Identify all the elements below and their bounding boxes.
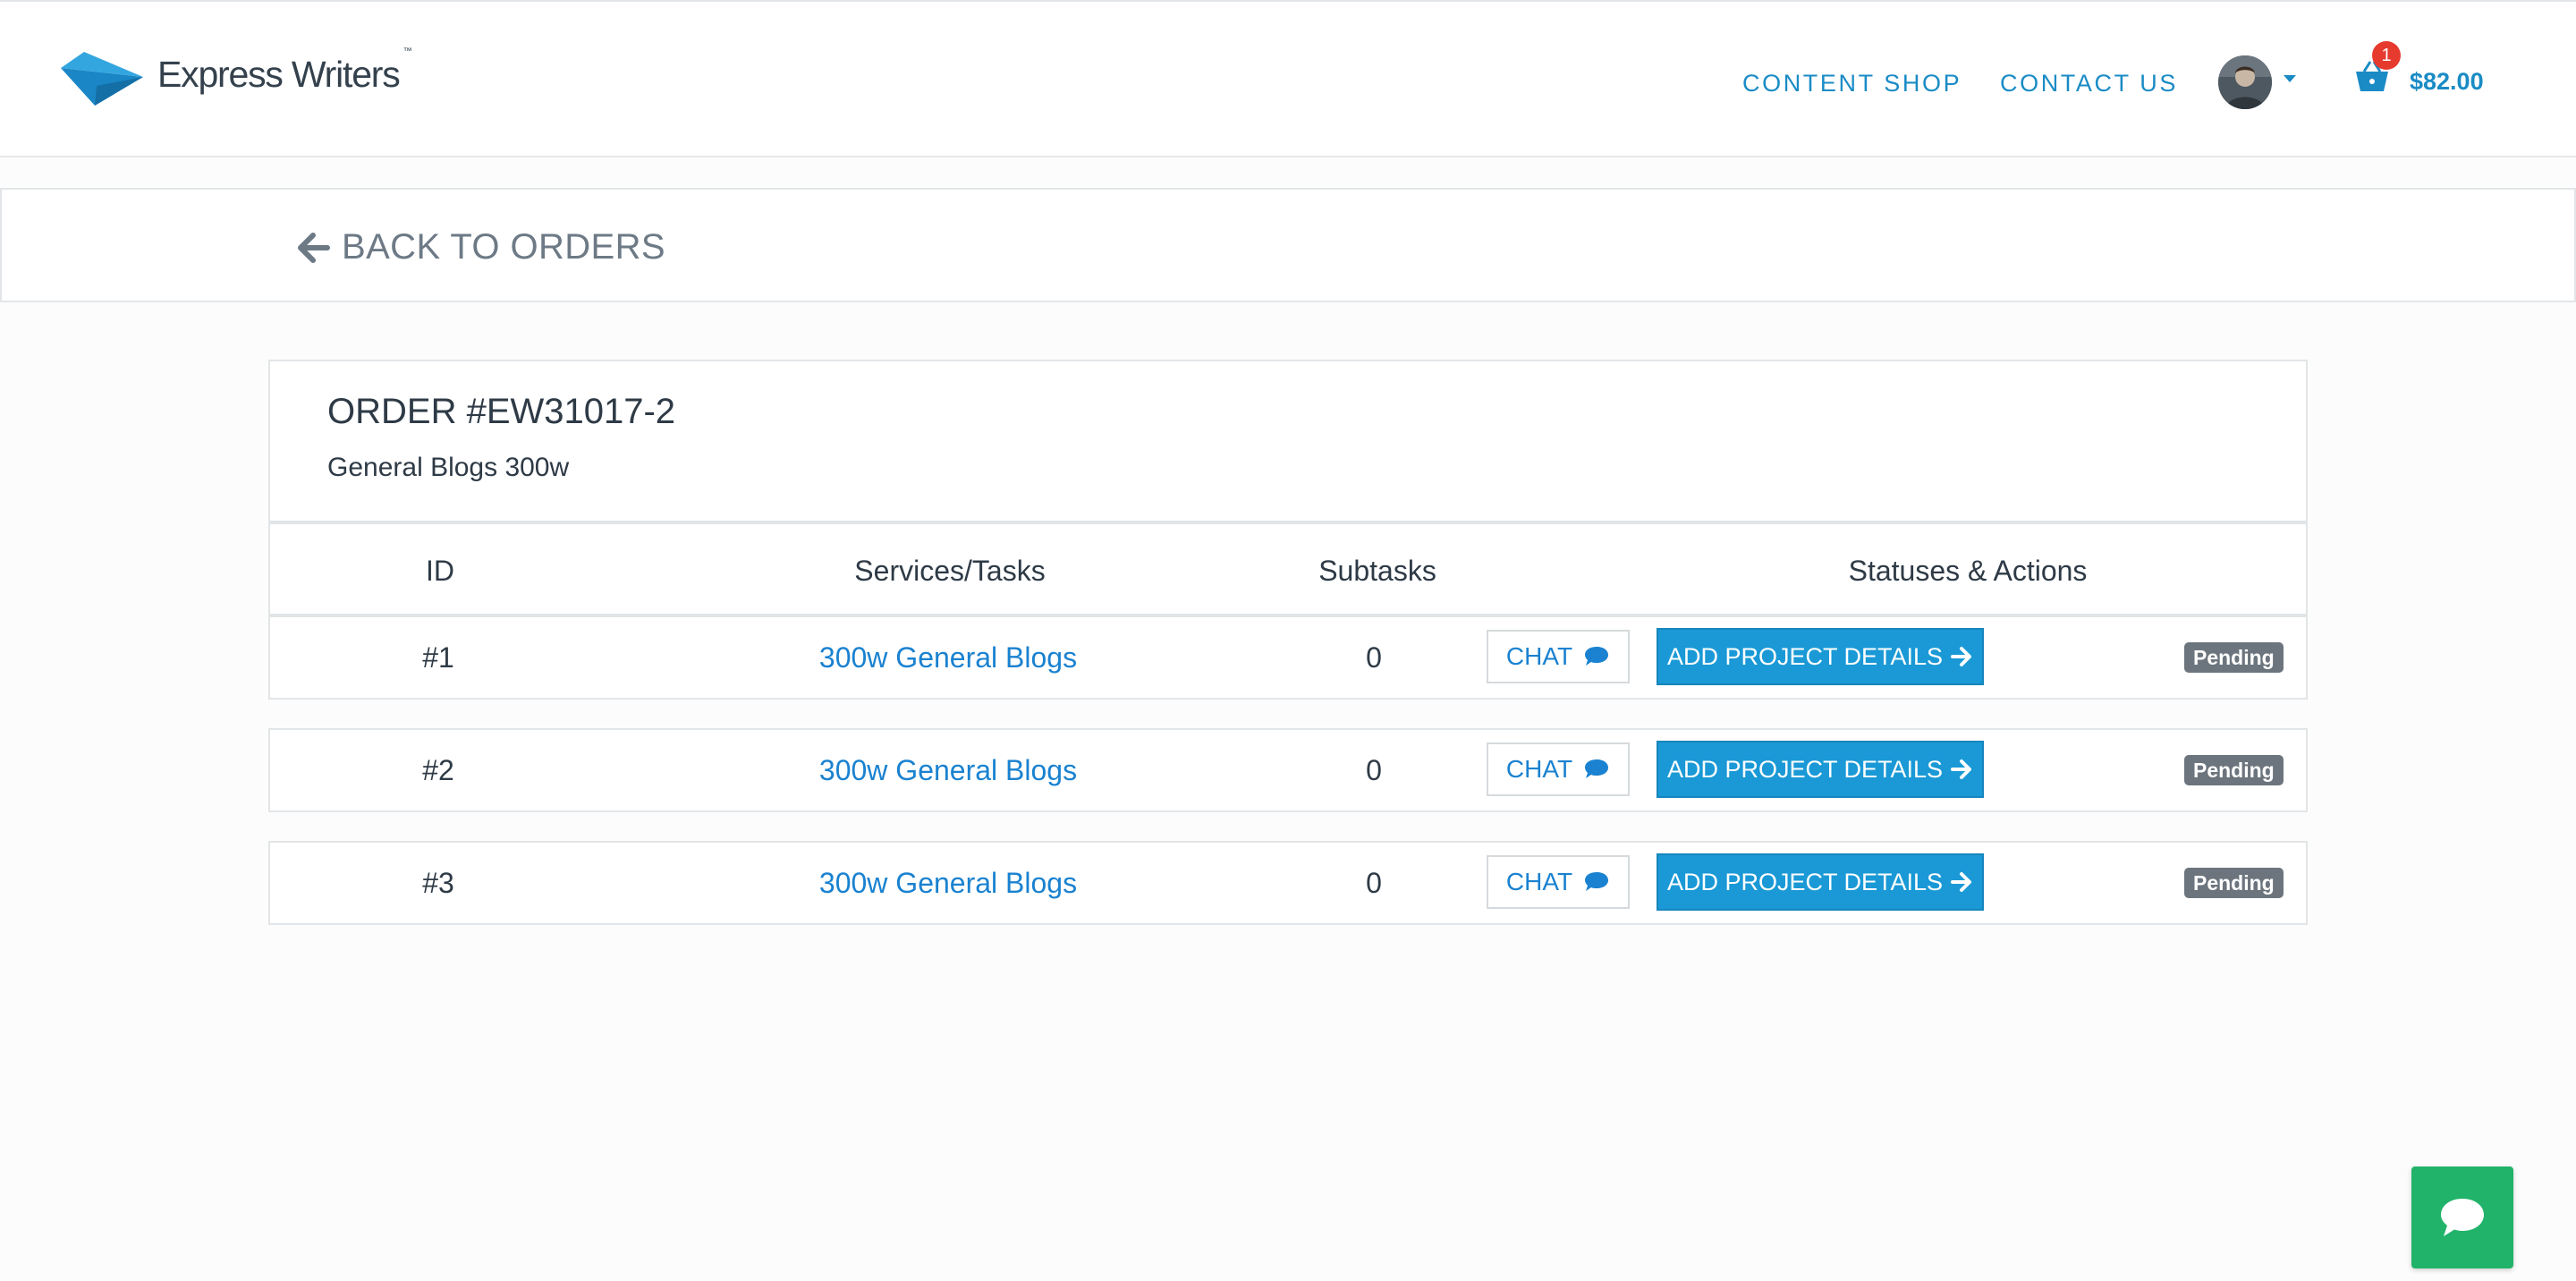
back-to-orders-link[interactable]: BACK TO ORDERS [295,227,665,267]
avatar[interactable] [2218,55,2272,109]
subtasks-count: 0 [1366,867,1382,899]
subtasks-count: 0 [1366,641,1382,674]
service-link[interactable]: 300w General Blogs [819,617,1077,698]
speech-bubble-icon [1585,872,1609,891]
column-header-statuses: Statuses & Actions [1848,555,2088,587]
brand-logo[interactable]: Express Writers™ [61,47,412,109]
row-id: #1 [422,641,454,674]
table-row: #1 300w General Blogs 0 CHAT ADD PROJECT… [268,615,2308,700]
subtasks-count: 0 [1366,754,1382,786]
add-project-details-label: ADD PROJECT DETAILS [1666,642,1944,670]
speech-bubble-icon [1585,647,1609,666]
table-row: #3 300w General Blogs 0 CHAT ADD PROJECT… [268,841,2308,925]
add-project-details-label: ADD PROJECT DETAILS [1666,755,1944,783]
row-id: #2 [422,754,454,786]
order-subtitle: General Blogs 300w [327,453,570,482]
speech-bubble-icon [1585,759,1609,778]
service-link[interactable]: 300w General Blogs [819,843,1077,923]
arrow-right-icon [1951,759,1972,779]
paper-plane-logo-icon [61,52,143,106]
trademark-mark: ™ [402,47,412,57]
chat-button-label: CHAT [1505,642,1573,670]
user-photo-icon [2218,55,2272,109]
row-id: #3 [422,867,454,899]
chat-button[interactable]: CHAT [1487,630,1630,683]
add-project-details-button[interactable]: ADD PROJECT DETAILS [1657,741,1984,798]
back-to-orders-label: BACK TO ORDERS [342,227,665,267]
back-bar: BACK TO ORDERS [0,188,2576,302]
service-link[interactable]: 300w General Blogs [819,730,1077,810]
chat-button-label: CHAT [1505,755,1573,783]
arrow-right-icon [1951,647,1972,666]
status-badge: Pending [2184,868,2284,898]
page-title: ORDER #EW31017-2 [327,392,676,431]
chat-button[interactable]: CHAT [1487,742,1630,796]
column-header-subtasks: Subtasks [1318,555,1436,587]
brand-name: Express Writers™ [157,47,412,95]
add-project-details-button[interactable]: ADD PROJECT DETAILS [1657,853,1984,911]
column-header-services: Services/Tasks [854,555,1046,587]
nav-content-shop[interactable]: CONTENT SHOP [1742,70,1962,97]
status-badge: Pending [2184,755,2284,785]
site-header: Express Writers™ CONTENT SHOP CONTACT US… [0,2,2576,157]
chat-button[interactable]: CHAT [1487,855,1630,909]
nav-contact-us[interactable]: CONTACT US [2000,70,2178,97]
status-badge: Pending [2184,642,2284,673]
cart-count-badge: 1 [2372,41,2401,70]
live-chat-button[interactable] [2411,1166,2513,1268]
arrow-left-icon [298,232,330,263]
table-header: ID Services/Tasks Subtasks Statuses & Ac… [268,521,2308,617]
chat-button-label: CHAT [1505,868,1573,895]
chevron-down-icon[interactable] [2284,75,2296,82]
cart-total[interactable]: $82.00 [2410,68,2484,96]
chat-bubble-icon [2441,1199,2484,1236]
column-header-id: ID [426,555,454,587]
add-project-details-label: ADD PROJECT DETAILS [1666,868,1944,895]
table-row: #2 300w General Blogs 0 CHAT ADD PROJECT… [268,728,2308,812]
order-header: ORDER #EW31017-2 General Blogs 300w [268,360,2308,522]
add-project-details-button[interactable]: ADD PROJECT DETAILS [1657,628,1984,685]
arrow-right-icon [1951,872,1972,892]
